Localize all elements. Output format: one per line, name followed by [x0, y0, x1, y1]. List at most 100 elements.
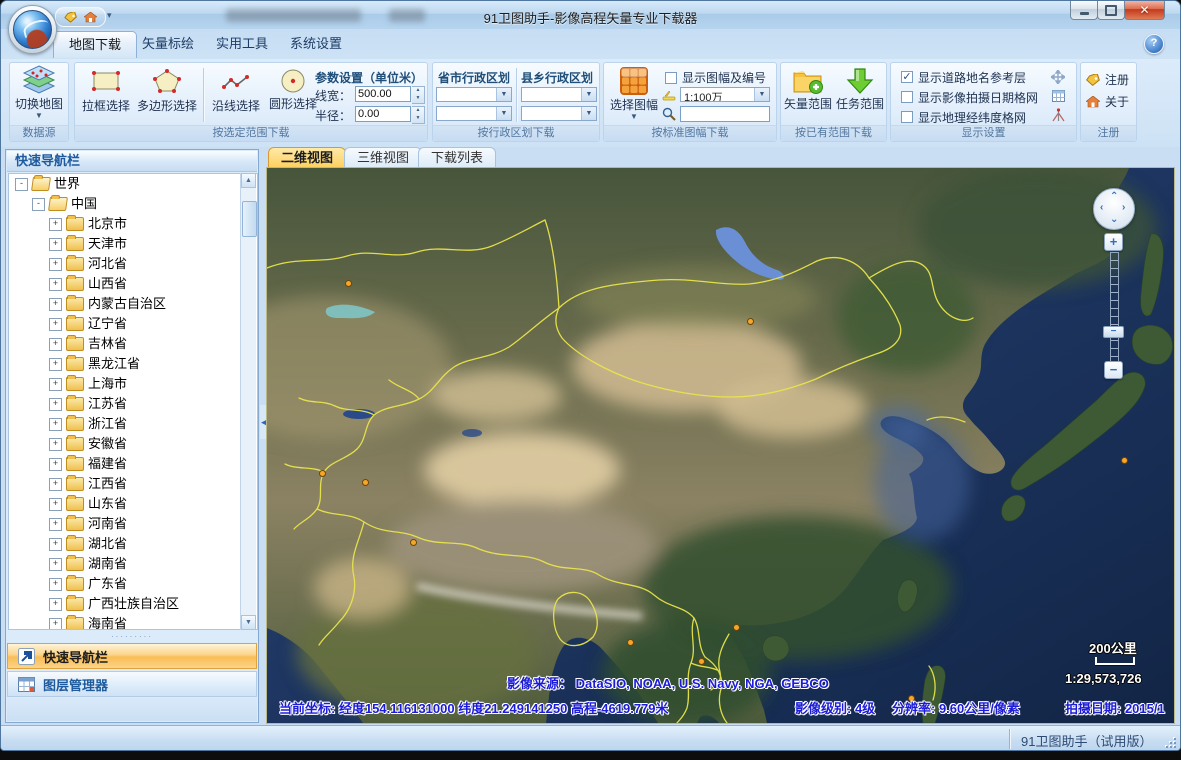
- tree-expander[interactable]: +: [49, 318, 62, 331]
- about-button[interactable]: 关于: [1086, 93, 1129, 110]
- county-combo-2[interactable]: ▼: [521, 106, 597, 121]
- tree-expander[interactable]: +: [49, 218, 62, 231]
- tree-item[interactable]: + 安徽省: [9, 434, 257, 454]
- line-select-button[interactable]: 沿线选择: [208, 67, 264, 114]
- show-image-date-grid-check[interactable]: 显示影像拍摄日期格网: [901, 89, 1038, 105]
- tree-item[interactable]: + 湖南省: [9, 554, 257, 574]
- tree-item[interactable]: + 黑龙江省: [9, 354, 257, 374]
- region-tree[interactable]: - 世界 - 中国 + 北京市: [8, 173, 258, 630]
- tree-expander[interactable]: +: [49, 298, 62, 311]
- show-graticule-check[interactable]: 显示地理经纬度格网: [901, 109, 1026, 125]
- panel-button-layer-manager[interactable]: 图层管理器: [7, 671, 257, 697]
- pan-up-icon[interactable]: ⌃: [1110, 191, 1118, 202]
- pan-ring[interactable]: ⌃ ⌄ ‹ ›: [1093, 188, 1135, 230]
- title-bar[interactable]: ▾ 91卫图助手-影像高程矢量专业下载器 ✕: [1, 1, 1180, 30]
- checkbox[interactable]: ✓: [901, 71, 913, 83]
- map-canvas[interactable]: ⌃ ⌄ ‹ › + − − 影像来源： DataSIO, NOAA, U.S. …: [266, 167, 1175, 724]
- tree-expander[interactable]: -: [32, 198, 45, 211]
- tree-item[interactable]: + 广东省: [9, 574, 257, 594]
- tree-expander[interactable]: +: [49, 458, 62, 471]
- tree-item[interactable]: + 山西省: [9, 274, 257, 294]
- radius-input[interactable]: [355, 106, 411, 122]
- tree-expander[interactable]: +: [49, 278, 62, 291]
- tree-item[interactable]: + 河南省: [9, 514, 257, 534]
- help-button[interactable]: ?: [1144, 34, 1164, 54]
- tree-item[interactable]: + 江苏省: [9, 394, 257, 414]
- tree-expander[interactable]: +: [49, 518, 62, 531]
- province-combo-1[interactable]: ▼: [436, 87, 512, 102]
- tree-item[interactable]: + 内蒙古自治区: [9, 294, 257, 314]
- tree-item[interactable]: + 江西省: [9, 474, 257, 494]
- tree-item[interactable]: + 海南省: [9, 614, 257, 630]
- sheet-search-input[interactable]: [680, 106, 770, 122]
- linewidth-input[interactable]: [355, 86, 411, 102]
- tree-item[interactable]: + 吉林省: [9, 334, 257, 354]
- register-button[interactable]: 注册: [1086, 71, 1129, 88]
- tree-expander[interactable]: +: [49, 418, 62, 431]
- tree-expander[interactable]: +: [49, 598, 62, 611]
- circle-select-button[interactable]: 圆形选择: [265, 67, 321, 112]
- select-sheet-button[interactable]: 选择图幅 ▼: [609, 66, 659, 121]
- checkbox[interactable]: [665, 72, 677, 84]
- app-menu-button[interactable]: [8, 5, 57, 54]
- tree-item[interactable]: + 山东省: [9, 494, 257, 514]
- zoom-out-button[interactable]: −: [1104, 361, 1123, 379]
- panel-splitter[interactable]: ·········: [7, 634, 257, 642]
- tree-item[interactable]: + 上海市: [9, 374, 257, 394]
- restore-button[interactable]: [1097, 1, 1125, 20]
- tree-expander[interactable]: +: [49, 378, 62, 391]
- polygon-select-button[interactable]: 多边形选择: [135, 67, 199, 114]
- tree-item[interactable]: - 世界: [9, 174, 257, 194]
- tab-system-settings[interactable]: 系统设置: [275, 31, 357, 57]
- pan-left-icon[interactable]: ‹: [1100, 202, 1103, 213]
- checkbox[interactable]: [901, 91, 913, 103]
- tree-item[interactable]: + 广西壮族自治区: [9, 594, 257, 614]
- tree-expander[interactable]: -: [15, 178, 28, 191]
- panel-button-quick-nav[interactable]: 快速导航栏: [7, 643, 257, 669]
- switch-map-button[interactable]: 切换地图 ▼: [10, 65, 68, 120]
- tab-2d-view[interactable]: 二维视图: [268, 147, 346, 168]
- tree-item[interactable]: + 北京市: [9, 214, 257, 234]
- pan-right-icon[interactable]: ›: [1122, 202, 1125, 213]
- vector-range-button[interactable]: 矢量范围: [783, 67, 833, 112]
- scroll-up-arrow[interactable]: ▲: [241, 173, 256, 188]
- province-combo-2[interactable]: ▼: [436, 106, 512, 121]
- tab-map-download[interactable]: 地图下载: [53, 31, 137, 58]
- scale-combo[interactable]: 1:100万▼: [680, 87, 770, 102]
- tree-expander[interactable]: +: [49, 618, 62, 631]
- tab-3d-view[interactable]: 三维视图: [344, 147, 422, 168]
- resize-grip[interactable]: [1166, 738, 1176, 748]
- tree-expander[interactable]: +: [49, 338, 62, 351]
- tab-utilities[interactable]: 实用工具: [201, 31, 283, 57]
- show-sheet-number-check[interactable]: 显示图幅及编号: [665, 69, 766, 86]
- zoom-slider-handle[interactable]: −: [1103, 326, 1124, 338]
- tree-item[interactable]: + 天津市: [9, 234, 257, 254]
- tree-expander[interactable]: +: [49, 238, 62, 251]
- tree-item[interactable]: + 湖北省: [9, 534, 257, 554]
- tree-item[interactable]: + 河北省: [9, 254, 257, 274]
- tree-expander[interactable]: +: [49, 258, 62, 271]
- tree-expander[interactable]: +: [49, 578, 62, 591]
- minimize-button[interactable]: [1070, 1, 1098, 20]
- tab-vector-plot[interactable]: 矢量标绘: [127, 31, 209, 57]
- rect-select-button[interactable]: 拉框选择: [79, 67, 133, 114]
- tree-expander[interactable]: +: [49, 538, 62, 551]
- show-roads-check[interactable]: ✓ 显示道路地名参考层: [901, 69, 1026, 85]
- zoom-slider-track[interactable]: [1110, 252, 1119, 366]
- task-range-button[interactable]: 任务范围: [835, 67, 885, 112]
- scroll-thumb[interactable]: [242, 201, 257, 237]
- map-nav-control[interactable]: ⌃ ⌄ ‹ › + − −: [1087, 188, 1139, 388]
- county-combo-1[interactable]: ▼: [521, 87, 597, 102]
- tab-download-list[interactable]: 下载列表: [418, 147, 496, 168]
- tree-item[interactable]: - 中国: [9, 194, 257, 214]
- zoom-in-button[interactable]: +: [1104, 233, 1123, 251]
- tree-scrollbar[interactable]: ▲ ▼: [240, 173, 256, 630]
- pan-down-icon[interactable]: ⌄: [1110, 214, 1118, 225]
- tree-expander[interactable]: +: [49, 358, 62, 371]
- scroll-down-arrow[interactable]: ▼: [241, 615, 256, 630]
- tree-item[interactable]: + 辽宁省: [9, 314, 257, 334]
- tree-item[interactable]: + 浙江省: [9, 414, 257, 434]
- tree-expander[interactable]: +: [49, 558, 62, 571]
- search-icon[interactable]: [662, 107, 676, 121]
- tree-expander[interactable]: +: [49, 398, 62, 411]
